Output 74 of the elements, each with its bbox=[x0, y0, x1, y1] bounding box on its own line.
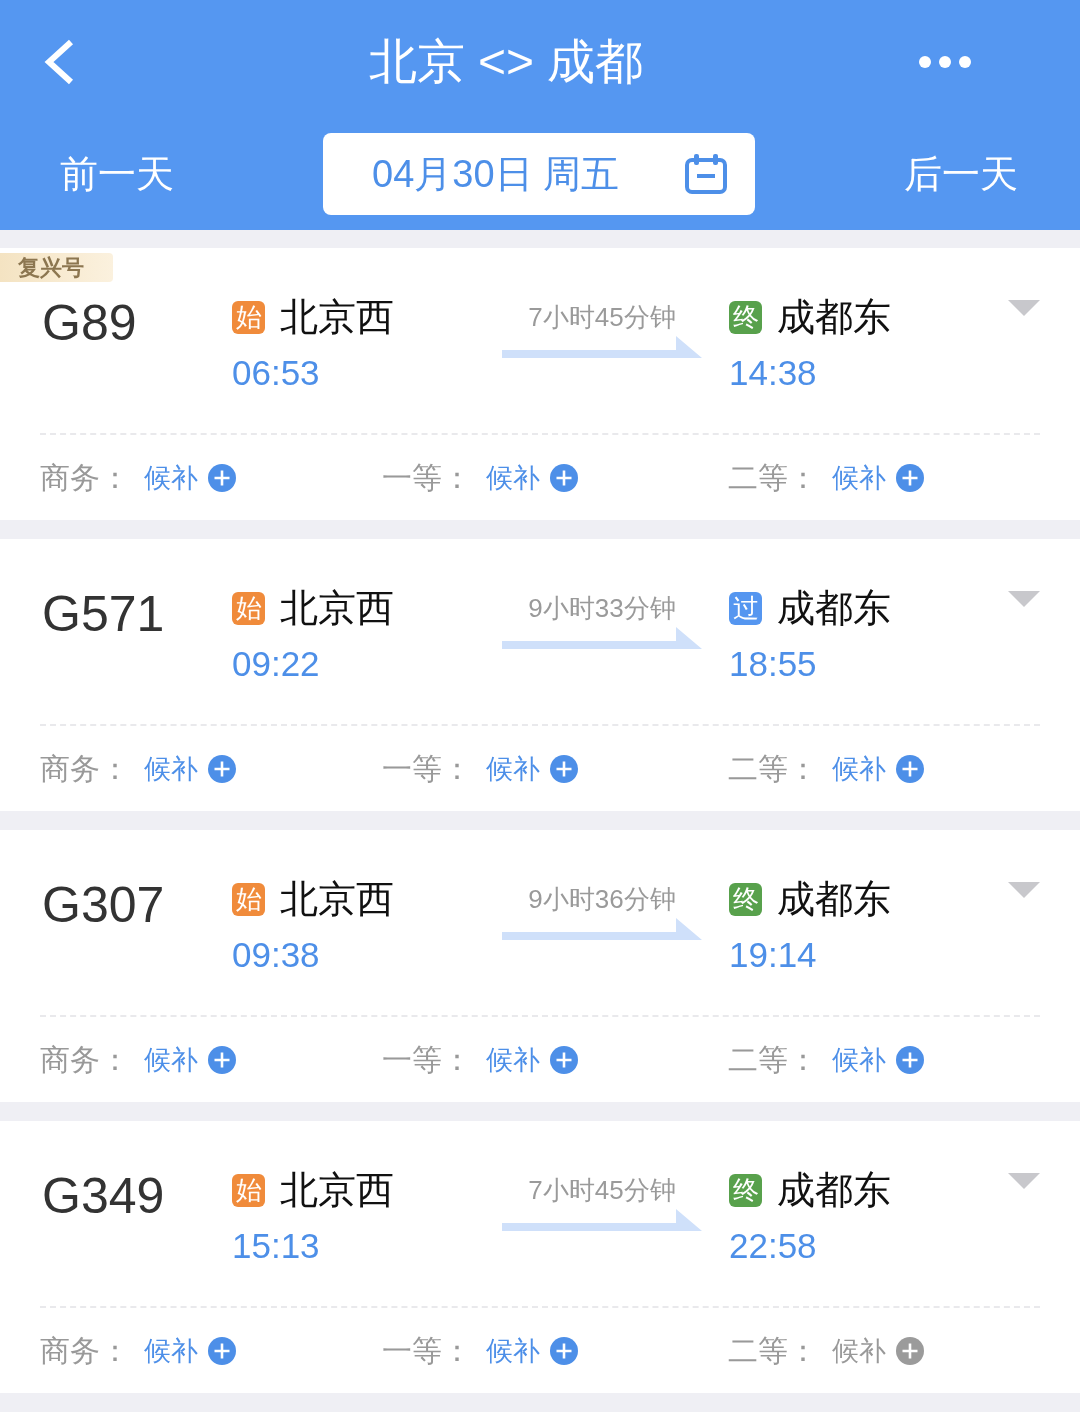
arrival-time: 19:14 bbox=[729, 934, 817, 976]
waitlist-button[interactable]: 候补 bbox=[486, 459, 578, 496]
previous-day-button[interactable]: 前一天 bbox=[60, 150, 174, 198]
train-number: G349 bbox=[42, 1167, 166, 1226]
more-button[interactable] bbox=[918, 55, 972, 69]
seat-class-label: 一等： bbox=[382, 1332, 472, 1369]
arrow-icon bbox=[502, 918, 702, 940]
station-type-badge: 终 bbox=[729, 882, 762, 916]
waitlist-button[interactable]: 候补 bbox=[144, 1041, 236, 1078]
station-name: 北京西 bbox=[280, 586, 394, 631]
seat-class-label: 二等： bbox=[728, 750, 818, 787]
date-picker[interactable]: 04月30日 周五 bbox=[323, 133, 755, 215]
page-title: 北京 <> 成都 bbox=[368, 34, 644, 90]
travel-duration: 7小时45分钟 bbox=[528, 1174, 676, 1207]
station-name: 成都东 bbox=[777, 1168, 891, 1213]
station-type-badge: 终 bbox=[729, 1173, 762, 1207]
waitlist-button[interactable]: 候补 bbox=[832, 459, 924, 496]
waitlist-button[interactable]: 候补 bbox=[144, 1332, 236, 1369]
calendar-icon bbox=[685, 154, 727, 194]
waitlist-button[interactable]: 候补 bbox=[144, 750, 236, 787]
waitlist-button[interactable]: 候补 bbox=[486, 1041, 578, 1078]
arrival-time: 14:38 bbox=[729, 352, 817, 394]
train-card[interactable]: 复兴号 G89 始 北京西 06:53 7小时45分钟 终 成都东 14:38 商务： 候补 一等： 候补 二等： 候补 bbox=[0, 248, 1080, 520]
seat-class-label: 一等： bbox=[382, 750, 472, 787]
next-day-button[interactable]: 后一天 bbox=[904, 150, 1018, 198]
arrow-icon bbox=[502, 336, 702, 358]
seat-class-label: 二等： bbox=[728, 1041, 818, 1078]
train-number: G89 bbox=[42, 294, 138, 353]
station-name: 北京西 bbox=[280, 877, 394, 922]
seat-class-label: 商务： bbox=[40, 750, 130, 787]
seat-class-label: 一等： bbox=[382, 459, 472, 496]
seat-class-label: 二等： bbox=[728, 1332, 818, 1369]
caret-icon[interactable] bbox=[1008, 882, 1040, 898]
travel-duration: 9小时36分钟 bbox=[528, 883, 676, 916]
seat-class-label: 商务： bbox=[40, 1041, 130, 1078]
seat-class-label: 商务： bbox=[40, 1332, 130, 1369]
train-card[interactable]: G307 始 北京西 09:38 9小时36分钟 终 成都东 19:14 商务： 候补 一等： 候补 二等： 候补 bbox=[0, 830, 1080, 1102]
station-type-badge: 始 bbox=[232, 300, 265, 334]
station-name: 北京西 bbox=[280, 1168, 394, 1213]
station-name: 成都东 bbox=[777, 877, 891, 922]
station-type-badge: 始 bbox=[232, 882, 265, 916]
departure-time: 06:53 bbox=[232, 352, 320, 394]
arrow-icon bbox=[502, 1209, 702, 1231]
station-name: 成都东 bbox=[777, 586, 891, 631]
departure-time: 09:38 bbox=[232, 934, 320, 976]
seat-class-label: 二等： bbox=[728, 459, 818, 496]
caret-icon[interactable] bbox=[1008, 300, 1040, 316]
waitlist-button[interactable]: 候补 bbox=[832, 1041, 924, 1078]
train-number: G571 bbox=[42, 585, 166, 644]
arrival-time: 18:55 bbox=[729, 643, 817, 685]
waitlist-button[interactable]: 候补 bbox=[144, 459, 236, 496]
station-name: 成都东 bbox=[777, 295, 891, 340]
departure-time: 15:13 bbox=[232, 1225, 320, 1267]
station-type-badge: 始 bbox=[232, 591, 265, 625]
more-icon bbox=[918, 55, 972, 69]
arrival-time: 22:58 bbox=[729, 1225, 817, 1267]
caret-icon[interactable] bbox=[1008, 1173, 1040, 1189]
train-type-tag: 复兴号 bbox=[0, 253, 113, 282]
station-type-badge: 过 bbox=[729, 591, 762, 625]
seat-class-label: 一等： bbox=[382, 1041, 472, 1078]
train-number: G307 bbox=[42, 876, 166, 935]
caret-icon[interactable] bbox=[1008, 591, 1040, 607]
station-type-badge: 终 bbox=[729, 300, 762, 334]
arrow-icon bbox=[502, 627, 702, 649]
train-card[interactable]: G571 始 北京西 09:22 9小时33分钟 过 成都东 18:55 商务： 候补 一等： 候补 二等： 候补 bbox=[0, 539, 1080, 811]
waitlist-button[interactable]: 候补 bbox=[486, 750, 578, 787]
seat-class-label: 商务： bbox=[40, 459, 130, 496]
waitlist-button[interactable]: 候补 bbox=[486, 1332, 578, 1369]
travel-duration: 9小时33分钟 bbox=[528, 592, 676, 625]
station-name: 北京西 bbox=[280, 295, 394, 340]
waitlist-button[interactable]: 候补 bbox=[832, 750, 924, 787]
departure-time: 09:22 bbox=[232, 643, 320, 685]
station-type-badge: 始 bbox=[232, 1173, 265, 1207]
travel-duration: 7小时45分钟 bbox=[528, 301, 676, 334]
